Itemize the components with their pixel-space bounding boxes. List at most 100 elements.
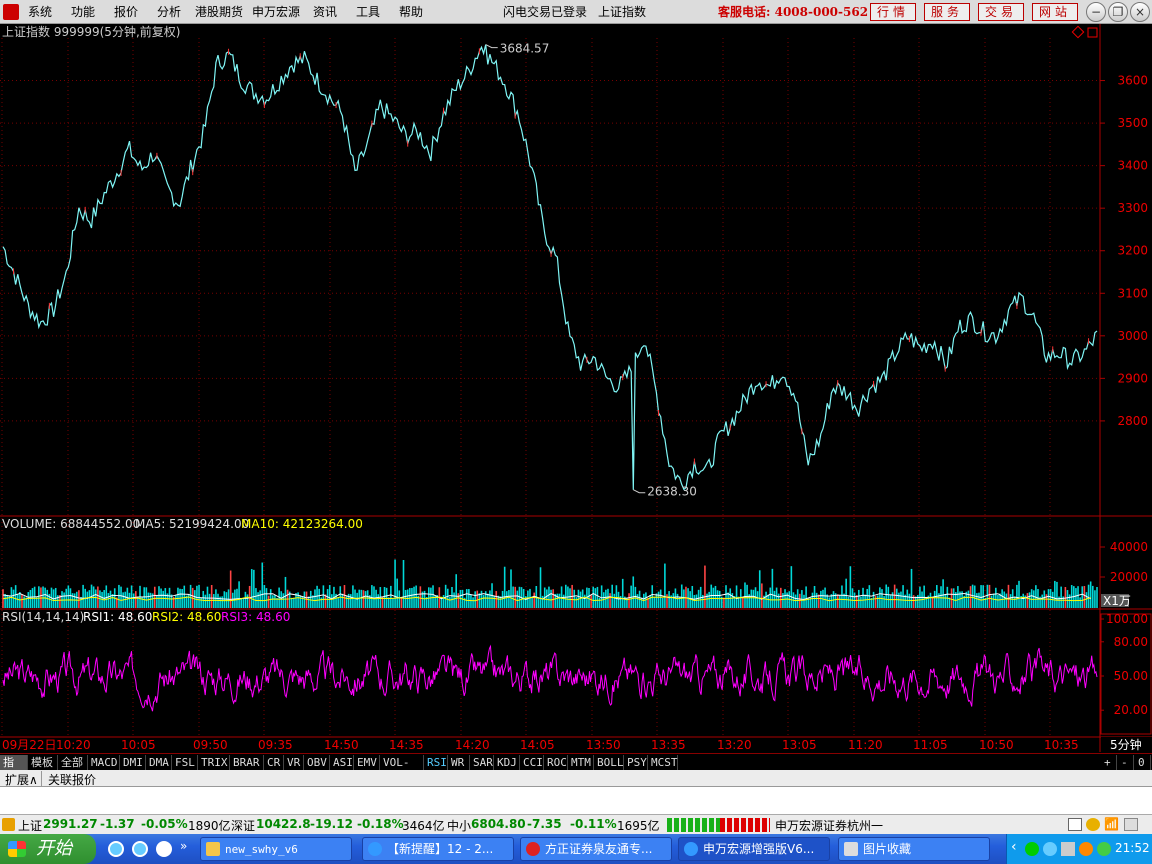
windows-logo-icon (8, 841, 26, 857)
zoom-in-button[interactable]: + (1101, 755, 1117, 770)
kline-chart-svg[interactable]: 2800 2900 3000 3100 3200 3300 3400 3500 3600 上证指数… (0, 24, 1152, 752)
window-icon[interactable] (1068, 818, 1082, 831)
indicator-tab-macd[interactable]: MACD (88, 755, 120, 770)
ytick-label-3200: 3200 (1117, 244, 1148, 258)
ytick-label-3300: 3300 (1117, 201, 1148, 215)
trade-button[interactable]: 交易 (978, 3, 1024, 21)
xtick-label-8: 14:05 (520, 738, 555, 752)
close-icon[interactable]: × (1130, 2, 1150, 22)
tray-security-icon[interactable] (1079, 842, 1093, 856)
sh-price: 2991.27 (43, 817, 98, 831)
diamond-icon (1071, 25, 1085, 39)
menu-tools[interactable]: 工具 (356, 3, 380, 20)
tray-shield-icon[interactable] (1097, 842, 1111, 856)
task-shenwan[interactable]: 申万宏源增强版V6... (678, 837, 830, 861)
xtick-label-16: 10:35 (1044, 738, 1079, 752)
indicator-tab-全部[interactable]: 全部 (58, 755, 88, 770)
indicator-tab-dma[interactable]: DMA (146, 755, 172, 770)
menu-news[interactable]: 资讯 (313, 3, 337, 20)
rsi-ytick-label-3: 20.00 (1114, 703, 1148, 717)
ie-icon-2[interactable] (132, 841, 148, 857)
menu-help[interactable]: 帮助 (399, 3, 423, 20)
indicator-tab-emv[interactable]: EMV (354, 755, 380, 770)
task-folder[interactable]: new_swhy_v6 (200, 837, 352, 861)
indicator-tab-cci[interactable]: CCI (520, 755, 544, 770)
task-shenwan-label: 申万宏源增强版V6... (703, 842, 815, 856)
chart-title: 上证指数 999999(5分钟,前复权) (2, 24, 180, 39)
indicator-tab-trix[interactable]: TRIX (198, 755, 230, 770)
ytick-label-3100: 3100 (1117, 286, 1148, 300)
market-breadth-up-indicator (720, 818, 770, 832)
indicator-tab-boll[interactable]: BOLL (594, 755, 624, 770)
sh-change: -1.37 (100, 817, 135, 831)
xtick-label-13: 11:20 (848, 738, 883, 752)
zoom-out-button[interactable]: - (1118, 755, 1134, 770)
shenwan-icon (684, 842, 698, 856)
related-quotes-tab[interactable]: 关联报价 (48, 771, 96, 788)
sz-label: 深证 (231, 819, 256, 833)
tray-check-icon[interactable] (1025, 842, 1039, 856)
rsi-line (2, 644, 1098, 712)
service-button[interactable]: 服务 (924, 3, 970, 21)
indicator-tab-dmi[interactable]: DMI (120, 755, 146, 770)
high-label: 3684.57 (500, 42, 550, 56)
sh-label: 上证 (18, 819, 43, 833)
menu-system[interactable]: 系统 (28, 3, 52, 20)
bulb-icon[interactable] (1086, 818, 1100, 831)
window-stock-title: 上证指数 (598, 5, 647, 19)
menu-functions[interactable]: 功能 (71, 3, 95, 20)
menu-quotes[interactable]: 报价 (114, 3, 138, 20)
browser-icon[interactable] (156, 841, 172, 857)
restore-icon[interactable]: ❐ (1108, 2, 1128, 22)
ie-icon[interactable] (108, 841, 124, 857)
indicator-tab-vr[interactable]: VR (284, 755, 304, 770)
menu-analysis[interactable]: 分析 (157, 3, 181, 20)
vol-ytick-label-0: 40000 (1110, 540, 1148, 554)
task-reminder-label: 【新提醒】12 - 2... (387, 842, 494, 856)
expand-tab[interactable]: 扩展∧ (2, 771, 42, 788)
low-marker (633, 489, 646, 494)
login-status: 闪电交易已登录 (503, 5, 588, 19)
zoom-reset-button[interactable]: 0 (1135, 755, 1151, 770)
info-panel (0, 787, 1152, 814)
indicator-tab-kdj[interactable]: KDJ (494, 755, 520, 770)
status-lock-icon (2, 818, 15, 831)
menu-hk-futures[interactable]: 港股期货 (195, 3, 243, 20)
indicator-tab-sar[interactable]: SAR (470, 755, 494, 770)
quotes-button[interactable]: 行情 (870, 3, 916, 21)
chart-area[interactable]: 2800 2900 3000 3100 3200 3300 3400 3500 3600 上证指数… (0, 24, 1152, 752)
indicator-tab-psy[interactable]: PSY (624, 755, 648, 770)
quicklaunch-more-icon[interactable]: » (180, 839, 187, 853)
indicator-tab-mtm[interactable]: MTM (568, 755, 594, 770)
indicator-tab-cr[interactable]: CR (264, 755, 284, 770)
indicator-tab-asi[interactable]: ASI (330, 755, 354, 770)
task-pictures-label: 图片收藏 (863, 842, 912, 856)
indicator-tab-rsi[interactable]: RSI (424, 755, 448, 770)
indicator-tab-obv[interactable]: OBV (304, 755, 330, 770)
lock-icon[interactable] (1124, 818, 1138, 831)
indicator-tab-roc[interactable]: ROC (544, 755, 568, 770)
tray-expand-icon[interactable]: ‹ (1011, 839, 1017, 855)
rsi2-label: RSI2: 48.60 (152, 610, 221, 624)
task-pictures[interactable]: 图片收藏 (838, 837, 990, 861)
start-button[interactable]: 开始 (0, 834, 96, 864)
indicator-tab-brar[interactable]: BRAR (230, 755, 264, 770)
indicator-tab-mcst[interactable]: MCST (648, 755, 678, 770)
indicator-tab-指标[interactable]: 指标 (0, 755, 28, 784)
task-fangzheng[interactable]: 方正证券泉友通专... (520, 837, 672, 861)
sh-percent: -0.05% (141, 817, 188, 831)
task-fangzheng-label: 方正证券泉友通专... (545, 842, 653, 856)
indicator-tab-vol-tdx[interactable]: VOL-TDX (380, 755, 424, 784)
app-logo-icon (3, 4, 19, 20)
minimize-icon[interactable]: − (1086, 2, 1106, 22)
task-browser-reminder[interactable]: 【新提醒】12 - 2... (362, 837, 514, 861)
indicator-tab-fsl[interactable]: FSL (172, 755, 198, 770)
indicator-tab-模板[interactable]: 模板 (28, 755, 58, 770)
menu-shenwan[interactable]: 申万宏源 (252, 3, 300, 20)
tray-network-icon[interactable] (1043, 842, 1057, 856)
indicator-tab-wr[interactable]: WR (448, 755, 470, 770)
period-label: 5分钟 (1110, 737, 1142, 752)
tray-volume-icon[interactable] (1061, 842, 1075, 856)
rsi-ytick-label-1: 80.00 (1114, 635, 1148, 649)
website-button[interactable]: 网站 (1032, 3, 1078, 21)
